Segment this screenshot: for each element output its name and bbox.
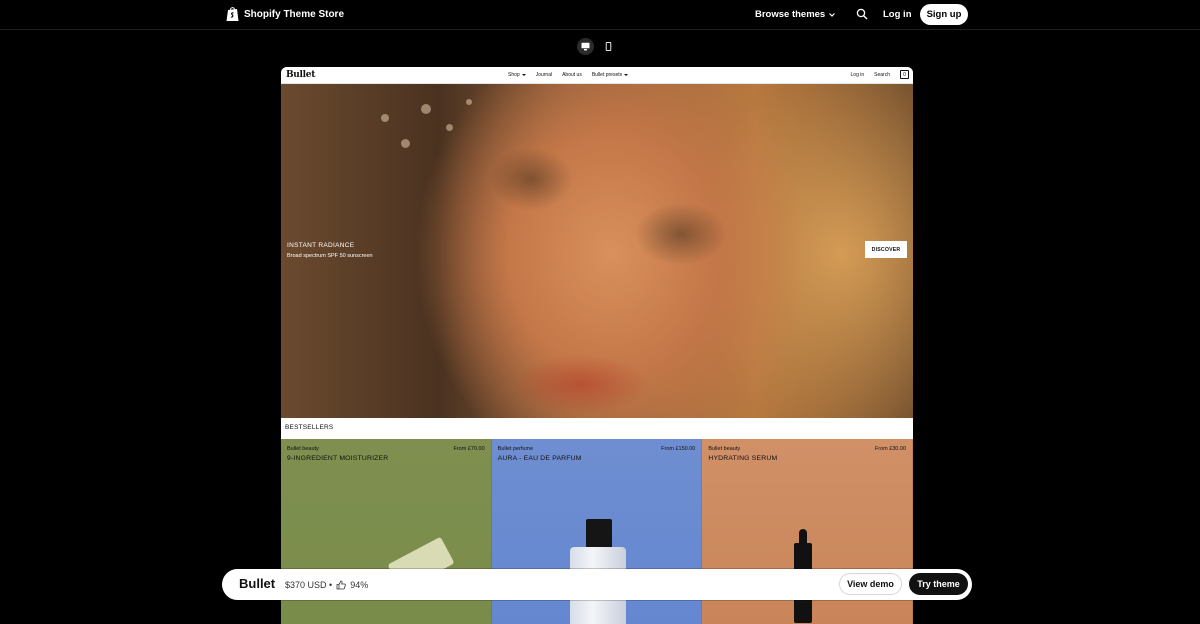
preview-login[interactable]: Log in [851, 72, 865, 78]
perfume-cap-image [585, 519, 612, 549]
nav-presets-label: Bullet presets [591, 72, 623, 78]
try-theme-button[interactable]: Try theme [909, 573, 968, 595]
shopify-bag-icon [226, 7, 239, 21]
desktop-icon [581, 42, 590, 51]
login-link[interactable]: Log in [883, 9, 912, 20]
serum-dropper-top-image [799, 529, 808, 543]
preview-store-logo[interactable]: Bullet [286, 70, 315, 80]
cart-icon[interactable]: 0 [900, 70, 909, 79]
preview-nav: Bullet Shop Journal About us Bullet pres… [281, 67, 913, 84]
preview-nav-actions: Log in Search 0 [851, 70, 909, 79]
bokeh-light [466, 99, 472, 105]
theme-name: Bullet [239, 576, 276, 591]
product-brand: Bullet perfume [497, 446, 534, 452]
theme-price: $370 USD • [285, 580, 333, 590]
theme-store-header: Shopify Theme Store Browse themes Log in… [0, 0, 1200, 30]
nav-about[interactable]: About us [562, 72, 582, 78]
preview-search[interactable]: Search [874, 72, 890, 78]
search-icon[interactable] [856, 8, 868, 20]
desktop-view-toggle[interactable] [577, 38, 594, 55]
bokeh-light [401, 139, 410, 148]
product-brand: Bullet beauty [708, 446, 741, 452]
theme-rating: 94% [350, 580, 369, 590]
product-name: 9-INGREDIENT MOISTURIZER [287, 455, 389, 462]
nav-shop[interactable]: Shop [508, 72, 526, 78]
browse-themes-label: Browse themes [755, 9, 826, 20]
brand-text: Shopify Theme Store [244, 8, 345, 20]
product-price: From £70.00 [453, 446, 485, 452]
bestsellers-heading: BESTSELLERS [281, 418, 913, 439]
product-name: AURA - EAU DE PARFUM [497, 455, 582, 462]
hero-image: INSTANT RADIANCE Broad spectrum SPF 50 s… [281, 84, 913, 418]
product-price: From £30.00 [874, 446, 907, 452]
bokeh-light [381, 114, 389, 122]
mobile-icon [605, 42, 612, 51]
nav-shop-label: Shop [508, 72, 520, 78]
browse-themes-dropdown[interactable]: Browse themes [755, 9, 836, 20]
nav-presets[interactable]: Bullet presets [591, 72, 629, 78]
theme-price-rating: $370 USD • 94% [285, 580, 368, 590]
thumbs-up-icon [336, 580, 346, 590]
preview-nav-links: Shop Journal About us Bullet presets [508, 72, 629, 78]
bokeh-light [421, 104, 431, 114]
hero-subtitle: Broad spectrum SPF 50 sunscreen [287, 253, 373, 259]
product-name: HYDRATING SERUM [708, 455, 778, 462]
hero-title: INSTANT RADIANCE [287, 242, 355, 249]
discover-button[interactable]: DISCOVER [865, 241, 907, 258]
mobile-view-toggle[interactable] [600, 38, 617, 55]
product-brand: Bullet beauty [287, 446, 319, 452]
product-price: From £150.00 [661, 446, 696, 452]
theme-preview-frame[interactable]: Bullet Shop Journal About us Bullet pres… [281, 67, 913, 624]
bokeh-light [446, 124, 453, 131]
shopify-theme-store-link[interactable]: Shopify Theme Store [226, 6, 344, 22]
signup-button[interactable]: Sign up [920, 4, 968, 25]
cart-count: 0 [903, 71, 906, 78]
chevron-down-icon [829, 12, 836, 17]
caret-down-icon [624, 74, 629, 76]
theme-action-bar: Bullet $370 USD • 94% View demo Try them… [222, 569, 972, 600]
nav-journal[interactable]: Journal [536, 72, 552, 78]
caret-down-icon [521, 74, 526, 76]
view-demo-button[interactable]: View demo [839, 573, 902, 595]
